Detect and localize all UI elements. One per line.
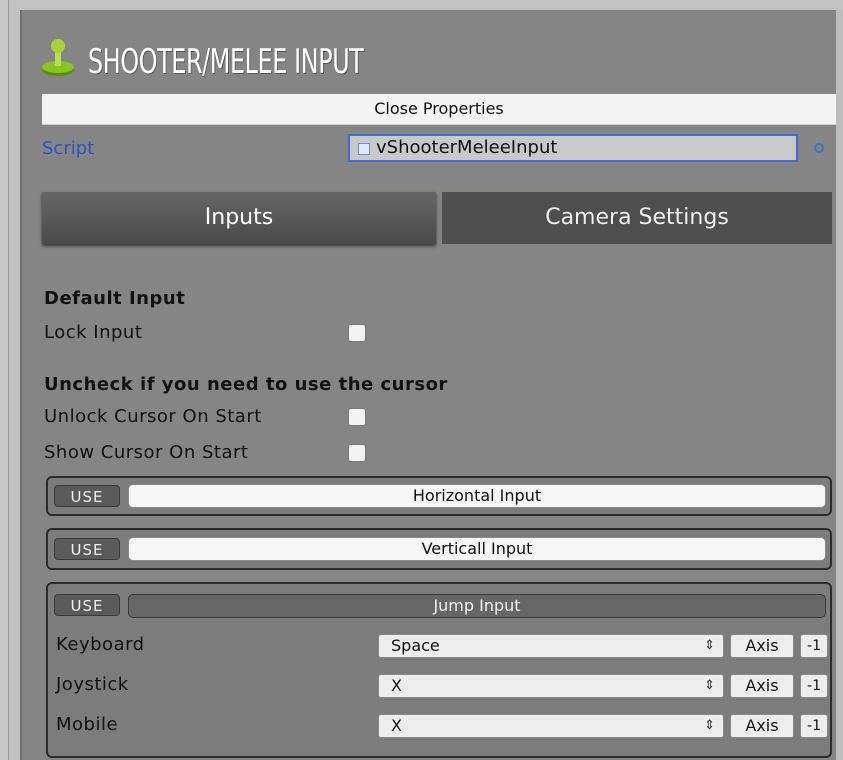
top-border bbox=[9, 0, 843, 10]
mobile-select[interactable]: X ⇕ bbox=[378, 714, 724, 738]
object-picker-icon[interactable] bbox=[814, 143, 824, 153]
script-file-icon bbox=[358, 143, 370, 155]
cursor-heading: Uncheck if you need to use the cursor bbox=[44, 374, 448, 395]
dropdown-arrow-icon: ⇕ bbox=[704, 718, 715, 733]
tab-inputs[interactable]: Inputs bbox=[42, 192, 436, 244]
keyboard-axis-button[interactable]: Axis bbox=[730, 634, 794, 658]
tab-camera-settings[interactable]: Camera Settings bbox=[442, 192, 832, 244]
horizontal-input-header[interactable]: Horizontal Input bbox=[128, 484, 826, 508]
dropdown-arrow-icon: ⇕ bbox=[704, 638, 715, 653]
component-header: SHOOTER/MELEE INPUT bbox=[22, 18, 836, 92]
component-title: SHOOTER/MELEE INPUT bbox=[88, 42, 364, 82]
show-cursor-checkbox[interactable] bbox=[348, 444, 366, 462]
jump-input-box: USE Jump Input Keyboard Space ⇕ Axis -1 … bbox=[46, 582, 832, 758]
joystick-value: X bbox=[391, 676, 402, 695]
script-field[interactable]: vShooterMeleeInput bbox=[348, 134, 798, 162]
keyboard-label: Keyboard bbox=[56, 634, 145, 655]
keyboard-select[interactable]: Space ⇕ bbox=[378, 634, 724, 658]
use-toggle-jump[interactable]: USE bbox=[54, 594, 120, 616]
script-label: Script bbox=[42, 138, 95, 159]
joystick-label: Joystick bbox=[56, 674, 129, 695]
joystick-axis-button[interactable]: Axis bbox=[730, 674, 794, 698]
vertical-input-box: USE Verticall Input bbox=[46, 528, 832, 570]
jump-input-header[interactable]: Jump Input bbox=[128, 594, 826, 618]
keyboard-value: Space bbox=[391, 636, 440, 655]
left-border bbox=[0, 0, 9, 760]
keyboard-negate-button[interactable]: -1 bbox=[800, 634, 828, 658]
mobile-negate-button[interactable]: -1 bbox=[800, 714, 828, 738]
joystick-icon bbox=[42, 39, 74, 76]
default-input-heading: Default Input bbox=[44, 288, 186, 309]
close-properties-button[interactable]: Close Properties bbox=[42, 94, 836, 125]
inspector-panel: SHOOTER/MELEE INPUT Close Properties Scr… bbox=[20, 10, 836, 760]
joystick-select[interactable]: X ⇕ bbox=[378, 674, 724, 698]
unlock-cursor-checkbox[interactable] bbox=[348, 408, 366, 426]
lock-input-label: Lock Input bbox=[44, 322, 143, 343]
mobile-label: Mobile bbox=[56, 714, 119, 735]
use-toggle-horizontal[interactable]: USE bbox=[54, 485, 120, 507]
script-value: vShooterMeleeInput bbox=[376, 137, 558, 158]
dropdown-arrow-icon: ⇕ bbox=[704, 678, 715, 693]
vertical-input-header[interactable]: Verticall Input bbox=[128, 537, 826, 561]
mobile-axis-button[interactable]: Axis bbox=[730, 714, 794, 738]
show-cursor-label: Show Cursor On Start bbox=[44, 442, 249, 463]
joystick-negate-button[interactable]: -1 bbox=[800, 674, 828, 698]
horizontal-input-box: USE Horizontal Input bbox=[46, 476, 832, 516]
mobile-value: X bbox=[391, 716, 402, 735]
use-toggle-vertical[interactable]: USE bbox=[54, 538, 120, 560]
unlock-cursor-label: Unlock Cursor On Start bbox=[44, 406, 262, 427]
lock-input-checkbox[interactable] bbox=[348, 324, 366, 342]
